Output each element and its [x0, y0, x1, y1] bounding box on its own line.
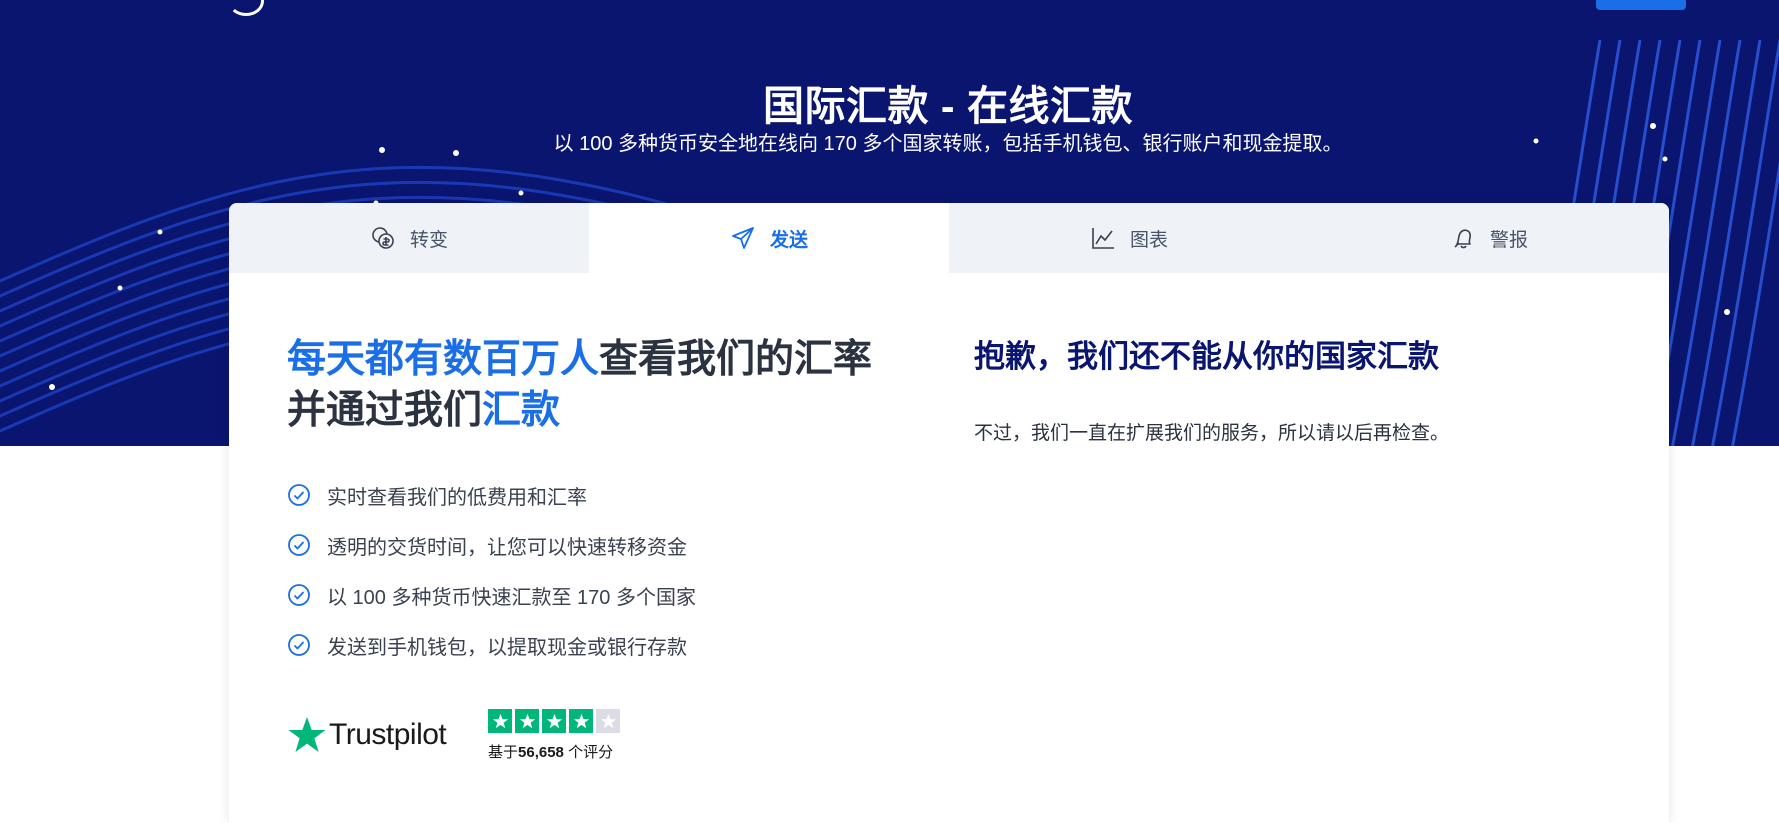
- review-count: 基于56,658 个评分: [488, 741, 613, 762]
- check-circle-icon: [288, 584, 310, 606]
- review-count-number: 56,658: [518, 744, 564, 761]
- tab-charts[interactable]: 图表: [949, 203, 1309, 273]
- feature-item: 透明的交货时间，让您可以快速转移资金: [287, 520, 696, 570]
- review-count-suffix: 个评分: [563, 744, 614, 761]
- review-count-prefix: 基于: [488, 744, 519, 761]
- coins-icon: [370, 225, 396, 251]
- tab-alerts-label: 警报: [1489, 229, 1528, 251]
- feature-text: 实时查看我们的低费用和汇率: [327, 486, 587, 509]
- page-subtitle: 以 100 多种货币安全地在线向 170 多个国家转账，包括手机钱包、银行账户和…: [553, 133, 1343, 155]
- header-button[interactable]: [1596, 0, 1686, 10]
- tab-send[interactable]: 发送: [589, 203, 949, 273]
- chart-icon: [1090, 225, 1116, 251]
- feature-item: 以 100 多种货币快速汇款至 170 多个国家: [287, 570, 696, 620]
- headline-highlight-2: 汇款: [482, 389, 561, 432]
- feature-text: 透明的交货时间，让您可以快速转移资金: [327, 536, 687, 559]
- tab-convert[interactable]: 转变: [229, 203, 589, 273]
- feature-text: 发送到手机钱包，以提取现金或银行存款: [327, 636, 687, 659]
- trustpilot-logo: Trustpilot: [287, 715, 447, 755]
- star-empty-icon: [596, 709, 620, 733]
- star-icon: [542, 709, 566, 733]
- unavailable-title: 抱歉，我们还不能从你的国家汇款: [974, 339, 1439, 374]
- star-icon: [515, 709, 539, 733]
- feature-item: 发送到手机钱包，以提取现金或银行存款: [287, 620, 696, 670]
- star-icon: [488, 709, 512, 733]
- trustpilot-star-icon: [288, 717, 326, 752]
- tab-bar: 转变 发送 图表 警报: [229, 203, 1669, 273]
- feature-text: 以 100 多种货币快速汇款至 170 多个国家: [327, 586, 696, 609]
- send-icon: [730, 225, 756, 251]
- bell-icon: [1450, 225, 1476, 251]
- headline: 每天都有数百万人查看我们的汇率并通过我们汇款: [287, 334, 907, 436]
- headline-highlight: 每天都有数百万人: [287, 338, 600, 381]
- trustpilot-brand: Trustpilot: [329, 718, 447, 751]
- star-icon: [569, 709, 593, 733]
- feature-item: 实时查看我们的低费用和汇率: [287, 470, 696, 520]
- tab-charts-label: 图表: [1129, 229, 1168, 251]
- tab-convert-label: 转变: [409, 229, 448, 251]
- rating-stars: [488, 709, 623, 733]
- page-title: 国际汇款 - 在线汇款: [763, 83, 1133, 129]
- transfer-card: 转变 发送 图表 警报 每天都有数百万人查看我们的汇率并通过我们汇款 实时查看我…: [229, 203, 1669, 823]
- check-circle-icon: [288, 484, 310, 506]
- feature-list: 实时查看我们的低费用和汇率 透明的交货时间，让您可以快速转移资金 以 100 多…: [287, 470, 696, 670]
- tab-alerts[interactable]: 警报: [1309, 203, 1669, 273]
- tab-send-label: 发送: [769, 229, 808, 251]
- unavailable-message: 不过，我们一直在扩展我们的服务，所以请以后再检查。: [974, 423, 1450, 444]
- check-circle-icon: [288, 634, 310, 656]
- check-circle-icon: [288, 534, 310, 556]
